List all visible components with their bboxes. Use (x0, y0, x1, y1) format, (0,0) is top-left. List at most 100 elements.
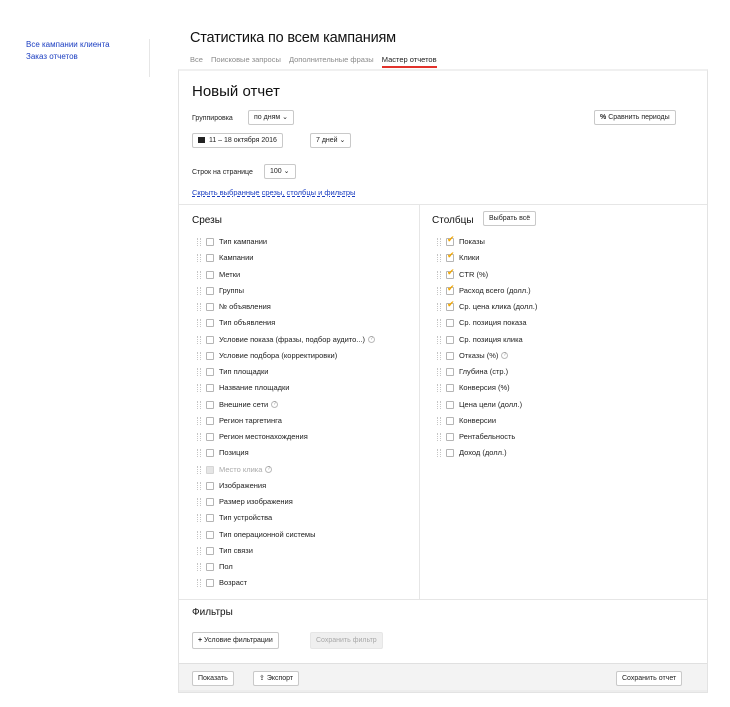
slice-row[interactable]: Размер изображения (197, 496, 293, 508)
slice-checkbox[interactable] (206, 286, 214, 295)
slice-row[interactable]: Внешние сети? (197, 399, 279, 411)
column-checkbox[interactable] (446, 449, 454, 458)
slice-row[interactable]: Условие показа (фразы, подбор аудито...)… (197, 334, 376, 346)
drag-handle-icon[interactable] (437, 416, 441, 425)
slice-checkbox[interactable] (206, 563, 214, 571)
column-row[interactable]: Расход всего (долл.) (437, 283, 531, 297)
rows-per-page-select[interactable]: 100 ⌄ (264, 164, 296, 179)
drag-handle-icon[interactable] (437, 319, 441, 328)
sidebar-link-reports[interactable]: Заказ отчетов (26, 51, 149, 63)
drag-handle-icon[interactable] (197, 449, 201, 458)
slice-row[interactable]: Изображения (197, 480, 266, 492)
slice-row[interactable]: Группы (197, 285, 244, 297)
slice-row[interactable]: Название площадки (197, 382, 289, 394)
column-checkbox[interactable] (446, 299, 455, 311)
slice-checkbox[interactable] (206, 546, 214, 555)
drag-handle-icon[interactable] (437, 335, 441, 344)
column-checkbox[interactable] (446, 250, 455, 263)
column-checkbox[interactable] (446, 351, 454, 360)
slice-checkbox[interactable] (206, 368, 214, 376)
drag-handle-icon[interactable] (197, 563, 201, 571)
column-checkbox[interactable] (446, 433, 454, 441)
column-checkbox[interactable] (446, 335, 454, 344)
drag-handle-icon[interactable] (437, 449, 441, 458)
sidebar-link-all-campaigns[interactable]: Все кампании клиента (26, 39, 149, 51)
hide-selected-link[interactable]: Скрыть выбранные срезы, столбцы и фильтр… (192, 188, 355, 197)
column-checkbox[interactable] (446, 416, 454, 425)
slice-checkbox[interactable] (206, 530, 214, 539)
slice-row[interactable]: Тип площадки (197, 366, 268, 378)
date-range-picker[interactable]: 11 – 18 октября 2016 (192, 133, 283, 148)
drag-handle-icon[interactable] (197, 270, 201, 279)
drag-handle-icon[interactable] (197, 481, 201, 490)
slice-checkbox[interactable] (206, 449, 214, 458)
slice-row[interactable]: Кампании (197, 252, 253, 264)
slice-checkbox[interactable] (206, 303, 214, 311)
column-row[interactable]: Ср. позиция клика (437, 334, 523, 346)
drag-handle-icon[interactable] (197, 335, 201, 344)
drag-handle-icon[interactable] (197, 579, 201, 588)
drag-handle-icon[interactable] (197, 546, 201, 555)
column-row[interactable]: Глубина (стр.) (437, 366, 508, 378)
slice-checkbox[interactable] (206, 238, 214, 246)
column-checkbox[interactable] (446, 319, 454, 328)
column-row[interactable]: Отказы (%)? (437, 350, 509, 362)
column-checkbox[interactable] (446, 384, 454, 393)
column-checkbox[interactable] (446, 267, 455, 279)
column-row[interactable]: Ср. позиция показа (437, 317, 527, 329)
drag-handle-icon[interactable] (197, 351, 201, 360)
tab-report-wizard[interactable]: Мастер отчетов (381, 55, 437, 68)
compare-periods-button[interactable]: % Сравнить периоды (594, 110, 676, 125)
slice-row[interactable]: Позиция (197, 447, 249, 459)
drag-handle-icon[interactable] (197, 514, 201, 523)
column-row[interactable]: Клики (437, 250, 479, 264)
column-checkbox[interactable] (446, 368, 454, 376)
column-row[interactable]: Конверсия (%) (437, 382, 510, 394)
slice-row[interactable]: Метки (197, 269, 240, 281)
help-icon[interactable]: ? (368, 336, 376, 343)
column-row[interactable]: Конверсии (437, 415, 496, 427)
slice-checkbox[interactable] (206, 514, 214, 523)
tab-all[interactable]: Все (190, 55, 203, 64)
slice-row[interactable]: Условие подбора (корректировки) (197, 350, 337, 362)
drag-handle-icon[interactable] (197, 465, 201, 474)
drag-handle-icon[interactable] (197, 254, 201, 263)
drag-handle-icon[interactable] (197, 433, 201, 441)
drag-handle-icon[interactable] (437, 351, 441, 360)
help-icon[interactable]: ? (271, 401, 279, 408)
column-row[interactable]: Рентабельность (437, 431, 515, 443)
column-row[interactable]: Доход (долл.) (437, 447, 507, 459)
help-icon[interactable]: ? (501, 352, 509, 360)
drag-handle-icon[interactable] (437, 384, 441, 393)
slice-row[interactable]: Тип устройства (197, 512, 272, 524)
drag-handle-icon[interactable] (197, 400, 201, 409)
slice-row[interactable]: Тип операционной системы (197, 529, 315, 541)
drag-handle-icon[interactable] (197, 498, 201, 506)
column-checkbox[interactable] (446, 283, 455, 295)
add-filter-condition-button[interactable]: + Условие фильтрации (192, 632, 279, 649)
grouping-select[interactable]: по дням ⌄ (248, 110, 295, 125)
drag-handle-icon[interactable] (197, 416, 201, 425)
drag-handle-icon[interactable] (197, 319, 201, 328)
slice-checkbox[interactable] (206, 416, 214, 425)
column-row[interactable]: CTR (%) (437, 267, 488, 281)
drag-handle-icon[interactable] (437, 303, 441, 311)
drag-handle-icon[interactable] (437, 238, 441, 246)
column-row[interactable]: Показы (437, 234, 485, 248)
drag-handle-icon[interactable] (197, 303, 201, 311)
export-button[interactable]: ⇪ Экспорт (253, 671, 300, 686)
drag-handle-icon[interactable] (197, 238, 201, 246)
drag-handle-icon[interactable] (437, 270, 441, 279)
drag-handle-icon[interactable] (437, 368, 441, 376)
drag-handle-icon[interactable] (197, 368, 201, 376)
slice-checkbox[interactable] (206, 351, 214, 360)
column-checkbox[interactable] (446, 234, 455, 246)
slice-checkbox[interactable] (206, 270, 214, 279)
save-filter-button[interactable]: Сохранить фильтр (310, 632, 383, 649)
slice-checkbox[interactable] (206, 319, 214, 328)
drag-handle-icon[interactable] (437, 400, 441, 409)
column-row[interactable]: Цена цели (долл.) (437, 399, 522, 411)
drag-handle-icon[interactable] (197, 384, 201, 393)
slice-checkbox[interactable] (206, 481, 214, 490)
drag-handle-icon[interactable] (437, 286, 441, 295)
